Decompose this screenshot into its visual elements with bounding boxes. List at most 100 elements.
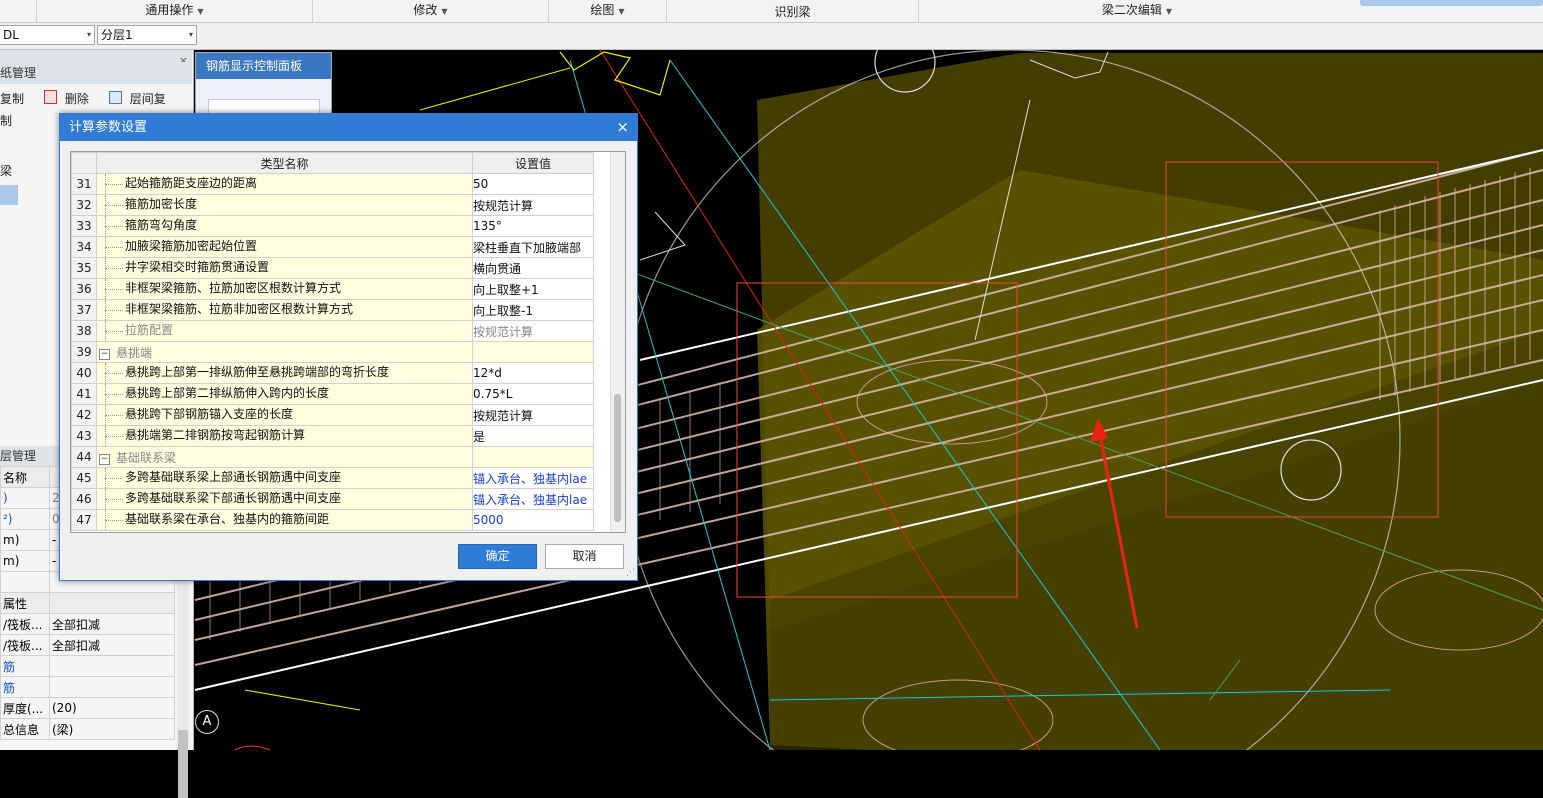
setting-value[interactable] xyxy=(472,446,594,468)
layer-select[interactable]: 分层1 ▾ xyxy=(97,25,197,45)
table-row[interactable]: 32 箍筋加密长度 按规范计算 xyxy=(71,194,594,216)
tree-item-beam[interactable]: 梁 xyxy=(0,162,12,179)
setting-value[interactable]: 12*d xyxy=(472,362,594,384)
setting-name: 基础联系梁在承台、独基内的箍筋间距 xyxy=(125,512,330,526)
property-row[interactable]: 筋 xyxy=(0,676,175,698)
chevron-down-icon: ▾ xyxy=(188,30,193,39)
rebar-display-panel-title[interactable]: 钢筋显示控制面板 xyxy=(196,53,331,79)
cancel-button[interactable]: 取消 xyxy=(545,544,624,569)
delete-button[interactable]: 删除 xyxy=(43,90,97,106)
setting-name-cell: 起始箍筋距支座边的距离 xyxy=(96,173,473,195)
table-row[interactable]: 31 起始箍筋距支座边的距离 50 xyxy=(71,173,594,195)
property-row[interactable]: 筋 xyxy=(0,655,175,677)
property-value xyxy=(49,676,175,698)
layer-management-title: 层管理 xyxy=(0,449,37,463)
setting-value[interactable]: 向上取整+1 xyxy=(472,278,594,300)
setting-name-cell: 悬挑跨上部第二排纵筋伸入跨内的长度 xyxy=(96,383,473,405)
delete-label: 删除 xyxy=(64,92,89,106)
property-value: 全部扣减 xyxy=(49,634,175,656)
property-name: m) xyxy=(0,550,50,572)
setting-value[interactable]: 锚入承台、独基内lae xyxy=(472,488,594,510)
setting-value[interactable]: 横向贯通 xyxy=(472,257,594,279)
row-number: 31 xyxy=(71,173,97,195)
property-name: 厚度(... xyxy=(0,697,50,719)
property-row[interactable]: 厚度(... (20) xyxy=(0,697,175,719)
table-header: 类型名称 设置值 xyxy=(71,152,594,174)
property-row[interactable]: /筏板... 全部扣减 xyxy=(0,613,175,635)
table-row[interactable]: 35 井字梁相交时箍筋贯通设置 横向贯通 xyxy=(71,257,594,279)
ribbon-group-general-label: 通用操作 xyxy=(145,3,194,17)
dialog-title-bar[interactable]: 计算参数设置 × xyxy=(60,114,637,141)
setting-value[interactable]: 135° xyxy=(472,215,594,237)
toolbar: DL ▾ 分层1 ▾ xyxy=(0,23,1543,50)
setting-name-cell: 悬挑端第二排钢筋按弯起钢筋计算 xyxy=(96,425,473,447)
table-row[interactable]: 46 多跨基础联系梁下部通长钢筋遇中间支座 锚入承台、独基内lae xyxy=(71,488,594,510)
ribbon-group-modify[interactable]: 修改 ▼ xyxy=(312,0,548,22)
table-row[interactable]: 33 箍筋弯勾角度 135° xyxy=(71,215,594,237)
setting-value[interactable] xyxy=(472,341,594,363)
setting-value[interactable]: 按规范计算 xyxy=(472,320,594,342)
table-row[interactable]: 38 拉筋配置 按规范计算 xyxy=(71,320,594,342)
property-name: /筏板... xyxy=(0,634,50,656)
tree-connector xyxy=(98,489,126,509)
setting-value[interactable]: 锚入承台、独基内lae xyxy=(472,467,594,489)
table-row[interactable]: 37 非框架梁箍筋、拉筋非加密区根数计算方式 向上取整-1 xyxy=(71,299,594,321)
resize-grip-icon[interactable]: ⋰ xyxy=(626,568,635,578)
setting-value[interactable]: 向上取整-1 xyxy=(472,299,594,321)
setting-name: 箍筋弯勾角度 xyxy=(125,218,198,232)
component-type-select[interactable]: DL ▾ xyxy=(0,25,95,45)
property-name: /筏板... xyxy=(0,613,50,635)
property-scrollbar-thumb[interactable] xyxy=(178,730,188,798)
tree-connector xyxy=(98,468,126,488)
delete-icon xyxy=(43,90,57,104)
table-row[interactable]: 42 悬挑跨下部钢筋锚入支座的长度 按规范计算 xyxy=(71,404,594,426)
setting-name-cell: 加腋梁箍筋加密起始位置 xyxy=(96,236,473,258)
property-row[interactable]: /筏板... 全部扣减 xyxy=(0,634,175,656)
setting-value[interactable]: 梁柱垂直下加腋端部 xyxy=(472,236,594,258)
setting-value[interactable]: 按规范计算 xyxy=(472,404,594,426)
close-icon[interactable]: × xyxy=(616,114,629,140)
property-value xyxy=(49,592,175,614)
table-row[interactable]: 47 基础联系梁在承台、独基内的箍筋间距 5000 xyxy=(71,509,594,531)
setting-value[interactable]: 是 xyxy=(472,425,594,447)
setting-name: 多跨基础联系梁上部通长钢筋遇中间支座 xyxy=(125,470,342,484)
row-number: 41 xyxy=(71,383,97,405)
setting-value[interactable]: 按规范计算 xyxy=(472,194,594,216)
axis-label: A xyxy=(195,710,219,734)
property-row[interactable]: 总信息 (梁) xyxy=(0,718,175,740)
ribbon-group-beam-edit[interactable]: 梁二次编辑 ▼ xyxy=(918,0,1355,22)
category-label: 基础联系梁 xyxy=(116,450,177,465)
setting-name: 加腋梁箍筋加密起始位置 xyxy=(125,239,258,253)
property-row[interactable]: 属性 xyxy=(0,592,175,614)
ribbon-group-general[interactable]: 通用操作 ▼ xyxy=(36,0,312,22)
ribbon: 通用操作 ▼ 修改 ▼ 绘图 ▼ 识别梁 梁二次编辑 ▼ xyxy=(0,0,1543,23)
copy-button[interactable]: 复制 xyxy=(0,92,32,106)
table-row[interactable]: 41 悬挑跨上部第二排纵筋伸入跨内的长度 0.75*L xyxy=(71,383,594,405)
ribbon-action-button[interactable] xyxy=(1360,0,1543,6)
chevron-down-icon: ▾ xyxy=(86,30,91,39)
setting-value[interactable]: 0.75*L xyxy=(472,383,594,405)
component-type-value: DL xyxy=(3,28,19,42)
drawing-management-tab[interactable]: 纸管理 xyxy=(0,62,192,84)
settings-scrollbar-thumb[interactable] xyxy=(614,394,621,522)
ribbon-group-identify-beam[interactable]: 识别梁 xyxy=(666,0,918,22)
row-number: 40 xyxy=(71,362,97,384)
tree-item-selected[interactable] xyxy=(0,185,18,205)
table-row[interactable]: 34 加腋梁箍筋加密起始位置 梁柱垂直下加腋端部 xyxy=(71,236,594,258)
table-row[interactable]: 36 非框架梁箍筋、拉筋加密区根数计算方式 向上取整+1 xyxy=(71,278,594,300)
rebar-display-panel: 钢筋显示控制面板 xyxy=(195,52,332,117)
setting-value[interactable]: 5000 xyxy=(472,509,594,531)
ok-button[interactable]: 确定 xyxy=(458,544,537,569)
setting-value[interactable]: 50 xyxy=(472,173,594,195)
table-row[interactable]: 45 多跨基础联系梁上部通长钢筋遇中间支座 锚入承台、独基内lae xyxy=(71,467,594,489)
copy-label: 复制 xyxy=(0,92,25,106)
table-row[interactable]: 43 悬挑端第二排钢筋按弯起钢筋计算 是 xyxy=(71,425,594,447)
collapse-icon[interactable]: − xyxy=(99,348,110,360)
setting-name: 悬挑端第二排钢筋按弯起钢筋计算 xyxy=(125,428,306,442)
table-row[interactable]: 44− 基础联系梁 xyxy=(71,446,594,468)
collapse-icon[interactable]: − xyxy=(99,453,110,465)
table-row[interactable]: 40 悬挑跨上部第一排纵筋伸至悬挑跨端部的弯折长度 12*d xyxy=(71,362,594,384)
setting-name-cell: 非框架梁箍筋、拉筋非加密区根数计算方式 xyxy=(96,299,473,321)
ribbon-group-draw[interactable]: 绘图 ▼ xyxy=(548,0,666,22)
table-row[interactable]: 39− 悬挑端 xyxy=(71,341,594,363)
